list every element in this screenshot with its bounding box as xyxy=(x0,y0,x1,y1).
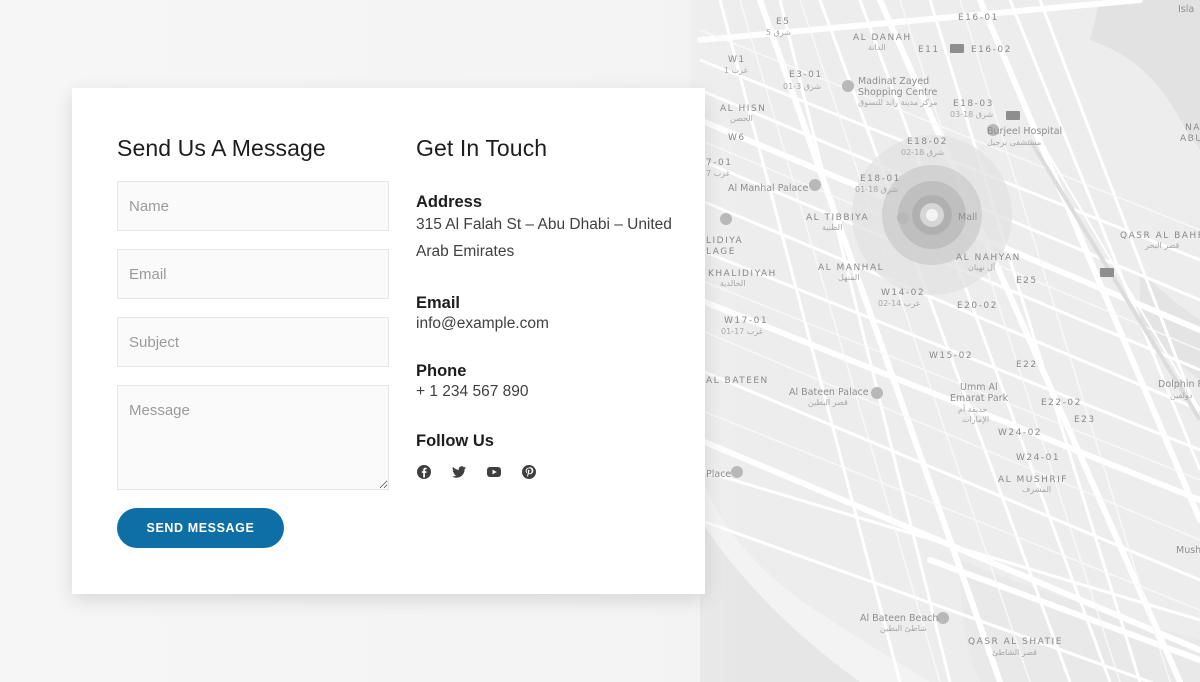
map-label: 01-17 غرب xyxy=(721,327,763,336)
map-label: 03-18 شرق xyxy=(950,110,993,119)
map-label: الطبية xyxy=(822,223,842,232)
map-label: الخالدية xyxy=(720,279,745,288)
map-label: 7 غرب xyxy=(706,169,730,178)
map-label: W14-02 xyxy=(881,288,925,298)
map-label: Emarat Park xyxy=(950,393,1009,404)
map-label: QASR AL BAHR xyxy=(1120,231,1200,241)
map-label: الدانة xyxy=(868,43,886,52)
map-label: Umm Al xyxy=(960,382,998,393)
map-label: شرق 5 xyxy=(766,28,791,37)
map-label: حديقة أم xyxy=(958,404,987,414)
facebook-icon[interactable] xyxy=(416,464,432,480)
map-label: آل نهيان xyxy=(968,262,996,272)
map-label: 01-18 شرق xyxy=(855,185,898,194)
send-message-button[interactable]: SEND MESSAGE xyxy=(117,508,284,548)
map-label: Al Bateen Palace xyxy=(789,387,869,398)
map-label: Place xyxy=(706,469,731,480)
twitter-icon[interactable] xyxy=(451,464,467,480)
message-form: Send Us A Message SEND MESSAGE xyxy=(117,134,389,548)
youtube-icon[interactable] xyxy=(486,464,502,480)
map-label: Dolphin P xyxy=(1158,379,1200,390)
map-label: غرب 1 xyxy=(724,66,748,75)
map-label: AL DANAH xyxy=(853,33,912,43)
map-label: E20-02 xyxy=(957,301,998,311)
contact-heading: Get In Touch xyxy=(416,135,548,161)
map-label: E18-02 xyxy=(907,137,948,147)
map-label: AL MANHAL xyxy=(818,263,884,273)
map-label: الحصن xyxy=(730,114,753,123)
map-label: KHALIDIYAH xyxy=(708,269,777,279)
subject-input[interactable] xyxy=(117,317,389,367)
map-label: Isla xyxy=(1178,4,1194,15)
map-label: QASR AL SHATIE xyxy=(968,637,1063,647)
map-label: AL BATEEN xyxy=(706,376,769,386)
address-label: Address xyxy=(416,193,483,211)
map-label: E16-01 xyxy=(958,13,999,23)
social-links xyxy=(416,464,686,480)
map-label: دولفين xyxy=(1170,391,1193,400)
name-input[interactable] xyxy=(117,181,389,231)
map-label: ABU xyxy=(1180,134,1200,144)
phone-block: Phone + 1 234 567 890 xyxy=(416,361,686,405)
follow-block: Follow Us xyxy=(416,431,686,480)
map-label: AL HISN xyxy=(720,104,766,114)
address-value: 315 Al Falah St – Abu Dhabi – United Ara… xyxy=(416,216,672,260)
map-label: AL MUSHRIF xyxy=(998,475,1068,485)
map-label: LIDIYA xyxy=(706,236,743,246)
pinterest-icon[interactable] xyxy=(521,464,537,480)
form-heading: Send Us A Message xyxy=(117,135,326,161)
map-label: مركز مدينة زايد للتسوق xyxy=(858,98,937,107)
follow-label: Follow Us xyxy=(416,432,494,450)
email-value: info@example.com xyxy=(416,315,549,332)
phone-value: + 1 234 567 890 xyxy=(416,383,529,400)
map-label: مستشفى برجيل xyxy=(987,138,1041,147)
contact-info: Get In Touch Address 315 Al Falah St – A… xyxy=(416,134,686,480)
map-label: شاطئ البطين xyxy=(880,624,927,633)
map-label: Al Manhal Palace xyxy=(728,183,809,194)
map-label: E22-02 xyxy=(1041,398,1082,408)
map-label: المشرف xyxy=(1022,485,1051,494)
map-label: E18-03 xyxy=(953,99,994,109)
map-label: AL TIBBIYA xyxy=(806,213,869,223)
map-label: قصر البحر xyxy=(1144,241,1180,250)
map-label: W24-02 xyxy=(998,428,1042,438)
map-label: E18-01 xyxy=(860,174,901,184)
address-block: Address 315 Al Falah St – Abu Dhabi – Un… xyxy=(416,192,686,265)
map-label: 7-01 xyxy=(706,158,732,168)
map-label: المنهل xyxy=(838,273,859,282)
map-label: Burjeel Hospital xyxy=(987,126,1062,137)
map-label: E23 xyxy=(1074,415,1096,425)
map-label: E22 xyxy=(1016,360,1038,370)
message-textarea[interactable] xyxy=(117,385,389,490)
map-label: الإمارات xyxy=(962,415,989,425)
map-label: W6 xyxy=(728,133,746,143)
map-label: Al Bateen Beach xyxy=(860,613,938,624)
map-label: LAGE xyxy=(706,247,736,257)
map-label: 02-14 غرب xyxy=(878,299,920,308)
map-label: NA xyxy=(1185,123,1200,133)
map-label: Mush xyxy=(1176,545,1200,556)
map-label: قصر البطين xyxy=(808,398,848,407)
map-label: E25 xyxy=(1016,276,1038,286)
map-label: 02-18 شرق xyxy=(901,148,944,157)
email-block: Email info@example.com xyxy=(416,293,686,337)
map-label: E3-01 xyxy=(789,70,823,80)
map-label: قصر الشاطئ xyxy=(992,648,1037,657)
map-label: W24-01 xyxy=(1016,453,1060,463)
map-label: E5 xyxy=(776,17,790,27)
map-label: Shopping Centre xyxy=(858,87,938,98)
map-label: W17-01 xyxy=(724,316,768,326)
map-label: Madinat Zayed xyxy=(858,76,929,87)
map-label: AL NAHYAN xyxy=(956,253,1021,263)
contact-card: Send Us A Message SEND MESSAGE Get In To… xyxy=(72,88,705,594)
map-label: W15-02 xyxy=(929,351,973,361)
map-label: W1 xyxy=(728,55,746,65)
map-label: E16-02 xyxy=(971,45,1012,55)
map-label: E11 xyxy=(918,45,940,55)
email-input[interactable] xyxy=(117,249,389,299)
map-label: 01-3 شرق xyxy=(783,82,821,91)
map-label: Mall xyxy=(958,212,977,223)
